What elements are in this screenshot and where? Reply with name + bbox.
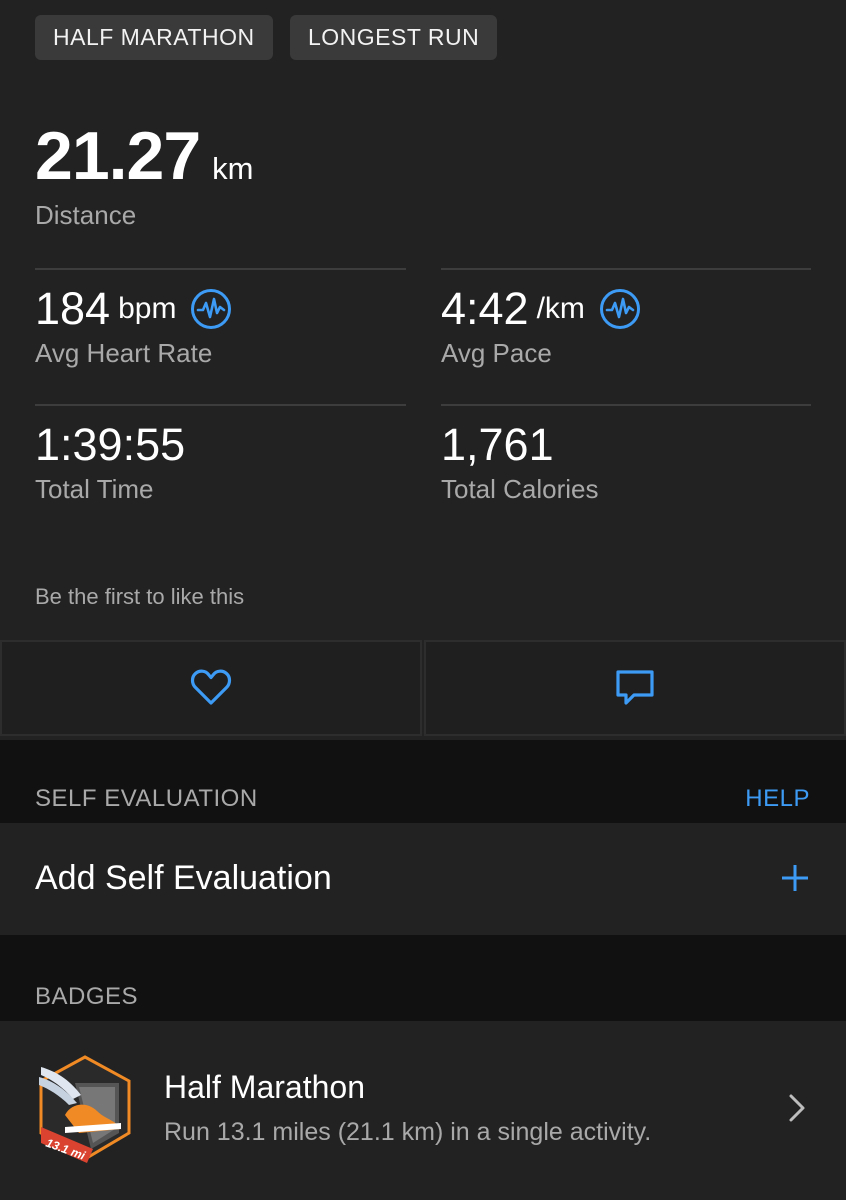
half-marathon-badge-icon: 13.1 mi [39,1055,131,1163]
total-time-stat: 1:39:55 [35,419,185,471]
comment-icon [616,670,654,705]
distance-unit: km [212,151,254,186]
divider [35,268,406,270]
badges-header: BADGES [35,983,139,1010]
add-self-evaluation-row[interactable]: Add Self Evaluation [0,823,846,935]
total-time-label: Total Time [35,474,154,504]
badge-list-item[interactable]: 13.1 mi Half Marathon Run 13.1 miles (21… [0,1021,846,1200]
distance-value: 21.27 [35,118,201,194]
comment-button[interactable] [424,640,846,736]
self-evaluation-header: SELF EVALUATION [35,785,258,812]
badge-title: Half Marathon [164,1069,365,1105]
heart-rate-value: 184 [35,283,111,334]
total-calories-label: Total Calories [441,474,599,504]
heart-rate-chart-icon[interactable] [190,288,232,330]
avg-heart-rate-stat[interactable]: 184 bpm [35,283,232,335]
add-self-evaluation-label: Add Self Evaluation [35,859,332,897]
divider [441,404,811,406]
total-calories-value: 1,761 [441,419,554,470]
divider [441,268,811,270]
chevron-right-icon[interactable] [788,1093,806,1123]
avg-pace-stat[interactable]: 4:42/km [441,283,641,335]
total-time-value: 1:39:55 [35,419,186,470]
activity-summary-card: HALF MARATHON LONGEST RUN 21.27 km Distan… [0,0,846,740]
plus-icon[interactable] [780,863,810,893]
heart-rate-unit: bpm [118,292,177,325]
total-calories-stat: 1,761 [441,419,554,471]
heart-rate-label: Avg Heart Rate [35,338,213,368]
pace-unit: /km [536,292,585,325]
likes-summary[interactable]: Be the first to like this [35,584,244,610]
divider [35,404,406,406]
pace-label: Avg Pace [441,338,552,368]
distance-label: Distance [35,200,137,230]
like-button[interactable] [0,640,422,736]
badge-description: Run 13.1 miles (21.1 km) in a single act… [164,1118,652,1146]
tag-chip-half-marathon[interactable]: HALF MARATHON [35,15,273,60]
pace-chart-icon[interactable] [599,288,641,330]
pace-value: 4:42 [441,283,529,334]
heart-icon [190,669,232,705]
distance-value-group: 21.27 km [35,117,254,195]
help-link[interactable]: HELP [745,785,810,813]
tag-chip-longest-run[interactable]: LONGEST RUN [290,15,498,60]
